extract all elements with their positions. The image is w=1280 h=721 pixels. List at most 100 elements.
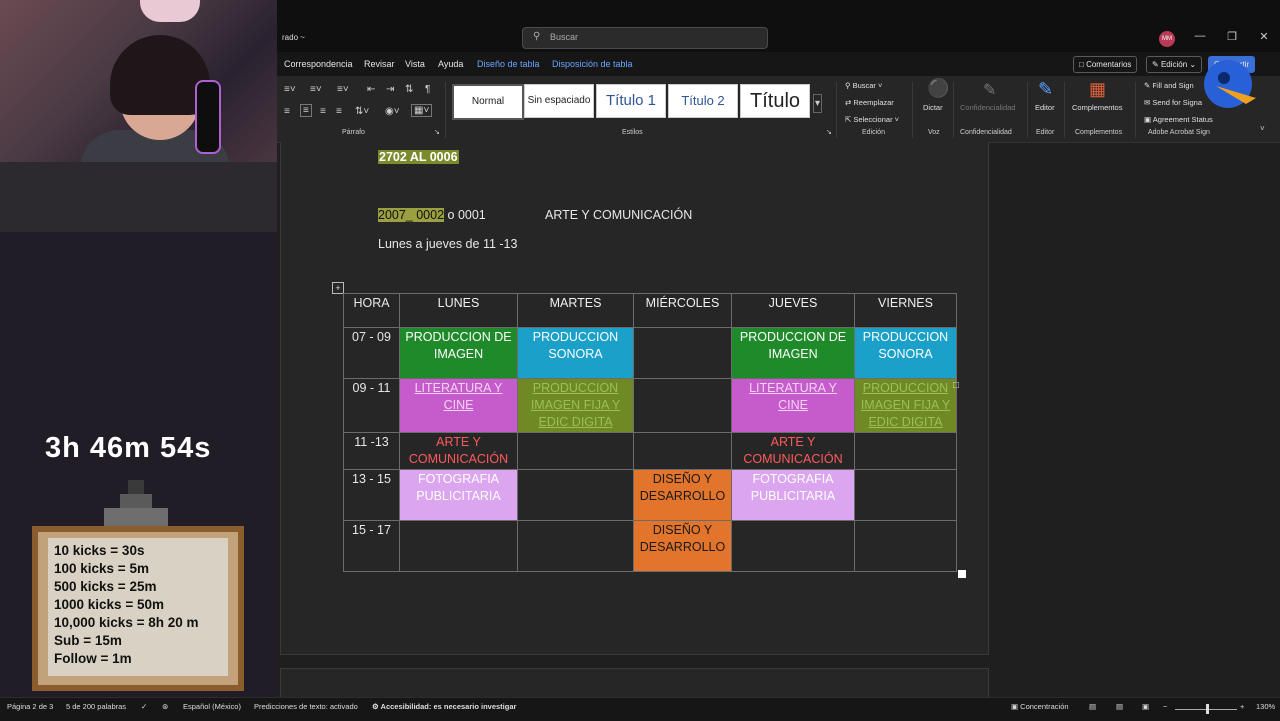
line-spacing-icon[interactable]: ⇅˅ [355, 106, 369, 117]
table-cell[interactable] [731, 520, 855, 572]
table-cell[interactable] [633, 378, 732, 433]
word-count[interactable]: 5 de 200 palabras [66, 702, 126, 711]
zoom-in-icon[interactable]: + [1240, 702, 1244, 711]
restore-icon[interactable]: ❐ [1222, 30, 1242, 43]
table-cell[interactable]: FOTOGRAFIA PUBLICITARIA [731, 469, 855, 521]
multilevel-list-icon[interactable]: ≡˅ [337, 84, 349, 95]
header-cell[interactable]: VIERNES [854, 293, 957, 328]
web-layout-icon[interactable]: ▣ [1142, 702, 1149, 711]
accessibility-status[interactable]: ⚙ Accesibilidad: es necesario investigar [372, 702, 516, 711]
table-cell[interactable] [517, 469, 634, 521]
shading-icon[interactable]: ◉˅ [385, 106, 400, 117]
table-cell[interactable]: PRODUCCION IMAGEN FIJA Y EDIC DIGITA [517, 378, 634, 433]
header-cell[interactable]: MIÉRCOLES [633, 293, 732, 328]
align-left-icon[interactable]: ≡ [284, 106, 290, 117]
language-status[interactable]: Español (México) [183, 702, 241, 711]
decrease-indent-icon[interactable]: ⇤ [367, 84, 375, 95]
style-normal[interactable]: Normal [452, 84, 524, 120]
hour-cell[interactable]: 11 -13 [343, 432, 400, 470]
styles-launcher-icon[interactable]: ↘ [826, 128, 832, 136]
justify-icon[interactable]: ≡ [336, 106, 342, 117]
style-heading-1[interactable]: Título 1 [596, 84, 666, 118]
page-count[interactable]: Página 2 de 3 [7, 702, 53, 711]
table-cell[interactable]: PRODUCCION IMAGEN FIJA Y EDIC DIGITA [854, 378, 957, 433]
collapse-ribbon-icon[interactable]: ˅ [1260, 124, 1265, 133]
table-cell[interactable] [517, 520, 634, 572]
table-cell[interactable] [633, 327, 732, 379]
proofing-icon[interactable]: ✓ [141, 702, 147, 711]
zoom-out-icon[interactable]: − [1163, 702, 1167, 711]
tab-table-design[interactable]: Diseño de tabla [477, 59, 540, 69]
tab-vista[interactable]: Vista [405, 59, 425, 69]
increase-indent-icon[interactable]: ⇥ [386, 84, 394, 95]
styles-more-icon[interactable]: ▾ [813, 94, 823, 113]
bullets-icon[interactable]: ≡˅ [284, 84, 296, 95]
fill-and-sign-button[interactable]: ✎ Fill and Sign [1144, 81, 1194, 90]
text-predictions-status[interactable]: Predicciones de texto: activado [254, 702, 358, 711]
align-center-icon[interactable]: ≡ [300, 104, 312, 117]
table-cell[interactable] [854, 432, 957, 470]
send-for-signature-button[interactable]: ✉ Send for Signa [1144, 98, 1202, 107]
hour-cell[interactable]: 15 - 17 [343, 520, 400, 572]
table-cell[interactable]: FOTOGRAFIA PUBLICITARIA [399, 469, 518, 521]
doc-line-1[interactable]: 2702 AL 0006 [378, 150, 459, 164]
dictate-button[interactable]: Dictar [923, 103, 943, 112]
avatar[interactable]: MM [1159, 31, 1175, 47]
header-cell[interactable]: LUNES [399, 293, 518, 328]
replace-button[interactable]: ⇄ Reemplazar [845, 98, 894, 107]
header-cell[interactable]: MARTES [517, 293, 634, 328]
editing-mode-button[interactable]: ✎ Edición ⌄ [1146, 56, 1203, 73]
print-layout-icon[interactable]: ▤ [1116, 702, 1123, 711]
tab-table-layout[interactable]: Disposición de tabla [552, 59, 633, 69]
header-cell[interactable]: HORA [343, 293, 400, 328]
style-no-spacing[interactable]: Sin espaciado [524, 84, 594, 118]
hour-cell[interactable]: 13 - 15 [343, 469, 400, 521]
table-cell[interactable]: LITERATURA Y CINE [399, 378, 518, 433]
pilcrow-icon[interactable]: ¶ [425, 84, 430, 95]
table-cell[interactable]: ARTE Y COMUNICACIÓN [399, 432, 518, 470]
comment-indicator-icon[interactable]: □ [953, 380, 959, 391]
table-cell[interactable]: PRODUCCION DE IMAGEN [731, 327, 855, 379]
hour-cell[interactable]: 09 - 11 [343, 378, 400, 433]
align-right-icon[interactable]: ≡ [320, 106, 326, 117]
search-input[interactable]: ⚲ Buscar [522, 27, 768, 49]
table-cell[interactable] [399, 520, 518, 572]
doc-line-2[interactable]: 2007_ 0002 o 0001 [378, 208, 486, 222]
tab-correspondencia[interactable]: Correspondencia [284, 59, 353, 69]
hour-cell[interactable]: 07 - 09 [343, 327, 400, 379]
tab-ayuda[interactable]: Ayuda [438, 59, 463, 69]
table-cell[interactable]: PRODUCCION SONORA [854, 327, 957, 379]
table-cell[interactable]: PRODUCCION SONORA [517, 327, 634, 379]
table-cell[interactable]: ARTE Y COMUNICACIÓN [731, 432, 855, 470]
schedule-table[interactable]: HORA LUNES MARTES MIÉRCOLES JUEVES VIERN… [343, 293, 957, 572]
close-icon[interactable]: ✕ [1254, 30, 1274, 43]
table-resize-handle[interactable] [958, 570, 966, 578]
table-cell[interactable]: PRODUCCION DE IMAGEN [399, 327, 518, 379]
table-cell[interactable] [854, 469, 957, 521]
comments-button[interactable]: □ Comentarios [1073, 56, 1138, 73]
editor-button[interactable]: Editor [1035, 103, 1055, 112]
minimize-icon[interactable]: — [1190, 30, 1210, 42]
find-button[interactable]: ⚲ Buscar ˅ [845, 81, 882, 90]
table-cell[interactable]: LITERATURA Y CINE [731, 378, 855, 433]
read-mode-icon[interactable]: ▤ [1089, 702, 1096, 711]
doc-line-3[interactable]: Lunes a jueves de 11 -13 [378, 237, 517, 251]
table-cell[interactable] [517, 432, 634, 470]
style-title[interactable]: Título [740, 84, 810, 118]
table-cell[interactable] [633, 432, 732, 470]
numbering-icon[interactable]: ≡˅ [310, 84, 322, 95]
focus-mode-button[interactable]: ▣ Concentración [1011, 702, 1069, 711]
table-cell[interactable]: DISEÑO Y DESARROLLO [633, 520, 732, 572]
zoom-level[interactable]: 130% [1256, 702, 1275, 711]
addins-button[interactable]: Complementos [1072, 103, 1122, 112]
zoom-slider-thumb[interactable] [1206, 704, 1209, 714]
header-cell[interactable]: JUEVES [731, 293, 855, 328]
borders-icon[interactable]: ▦˅ [411, 104, 433, 117]
table-cell[interactable]: DISEÑO Y DESARROLLO [633, 469, 732, 521]
agreement-status-button[interactable]: ▣ Agreement Status [1144, 115, 1213, 124]
select-button[interactable]: ⇱ Seleccionar ˅ [845, 115, 899, 124]
doc-subject[interactable]: ARTE Y COMUNICACIÓN [545, 208, 692, 222]
paragraph-launcher-icon[interactable]: ↘ [434, 128, 440, 136]
tab-revisar[interactable]: Revisar [364, 59, 395, 69]
style-heading-2[interactable]: Título 2 [668, 84, 738, 118]
